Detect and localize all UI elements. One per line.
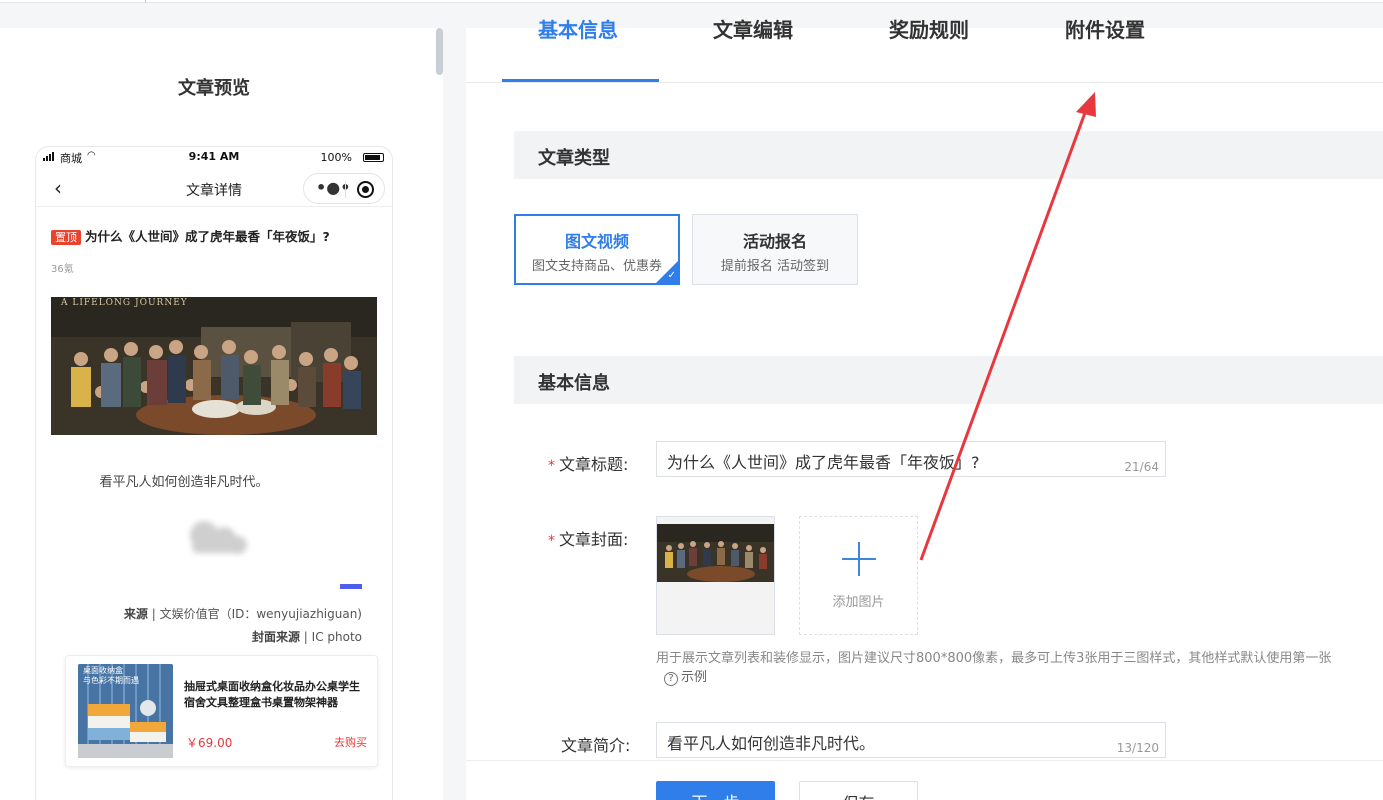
article-image: A LIFELONG JOURNEY — [51, 297, 377, 435]
title-counter: 21/64 — [1124, 460, 1159, 474]
required-mark: * — [548, 458, 555, 474]
cover-image — [657, 524, 774, 582]
save-button[interactable]: 保存 — [799, 781, 918, 800]
status-bar: 商城 ◠ 9:41 AM 100% — [36, 147, 392, 169]
product-price: ￥69.00 — [186, 736, 233, 750]
title-input-value: 为什么《人世间》成了虎年最香「年夜饭」? — [667, 453, 980, 472]
required-mark: * — [548, 533, 555, 549]
type-card-image-video[interactable]: 图文视频 图文支持商品、优惠券 ✓ — [514, 214, 680, 285]
article-image-caption: A LIFELONG JOURNEY — [61, 298, 188, 308]
section-title: 基本信息 — [538, 373, 610, 394]
source-label: 来源 — [123, 607, 148, 621]
section-article-type: 文章类型 — [514, 131, 1383, 179]
product-card[interactable]: 桌面收纳盒 与色彩不期而遇 抽屉式桌面收纳盒化妆品办公桌学生宿舍文具整理盒书桌置… — [65, 655, 378, 767]
top-bar-divider — [145, 0, 146, 3]
article-title-text: 为什么《人世间》成了虎年最香「年夜饭」? — [85, 229, 330, 244]
source-value: | 文娱价值官（ID：wenyujiazhiguan) — [147, 607, 362, 621]
target-circle-icon[interactable] — [357, 181, 374, 198]
phone-mockup: 商城 ◠ 9:41 AM 100% ‹ 文章详情 •●• 置顶 为什么《人世间》成… — [35, 146, 393, 800]
example-link[interactable]: ? 示例 — [664, 666, 707, 686]
cover-source-value: | IC photo — [299, 630, 362, 644]
tab-attachment-settings[interactable]: 附件设置 — [1065, 14, 1145, 43]
cover-source-line: 封面来源 | IC photo — [252, 628, 362, 645]
tab-basic-info[interactable]: 基本信息 — [538, 14, 618, 43]
cover-source-label: 封面来源 — [251, 630, 300, 644]
type-card-title: 图文视频 — [564, 232, 629, 251]
buy-button[interactable]: 去购买 — [334, 734, 367, 750]
summary-input-value: 看平凡人如何创造非凡时代。 — [667, 734, 876, 753]
pin-badge: 置顶 — [51, 230, 81, 245]
product-image-text: 桌面收纳盒 与色彩不期而遇 — [83, 666, 139, 685]
article-title: 置顶 为什么《人世间》成了虎年最香「年夜饭」? — [51, 226, 381, 245]
top-bar — [0, 0, 1383, 3]
mini-program-capsule: •●• — [303, 173, 385, 204]
cover-hint: 用于展示文章列表和装修显示，图片建议尺寸800*800像素，最多可上传3张用于三… — [656, 651, 1332, 666]
product-image: 桌面收纳盒 与色彩不期而遇 — [78, 664, 173, 758]
family-photo — [51, 297, 377, 435]
check-icon: ✓ — [667, 270, 676, 281]
summary-input[interactable]: 看平凡人如何创造非凡时代。 13/120 — [656, 722, 1166, 758]
preview-scrollbar[interactable] — [436, 28, 443, 75]
section-basic-info: 基本信息 — [514, 356, 1383, 404]
cover-field-label: * 文章封面: — [548, 530, 629, 549]
tab-article-edit[interactable]: 文章编辑 — [713, 14, 793, 43]
summary-field-label: 文章简介: — [561, 736, 631, 755]
article-source-line: 来源 | 文娱价值官（ID：wenyujiazhiguan) — [124, 605, 362, 622]
preview-title: 文章预览 — [178, 78, 250, 99]
decorative-dash — [340, 584, 362, 589]
tab-reward-rules[interactable]: 奖励规则 — [889, 14, 969, 43]
phone-navbar: ‹ 文章详情 •●• — [36, 171, 392, 207]
type-card-subtitle: 提前报名 活动签到 — [720, 259, 830, 274]
active-tab-indicator — [502, 79, 659, 82]
add-image-button[interactable]: 添加图片 — [799, 516, 918, 635]
next-step-button[interactable]: 下一步 — [656, 781, 775, 800]
blurred-image — [182, 515, 254, 559]
article-summary: 看平凡人如何创造非凡时代。 — [99, 475, 269, 490]
section-title: 文章类型 — [538, 148, 610, 169]
summary-counter: 13/120 — [1116, 741, 1159, 755]
type-card-subtitle: 图文支持商品、优惠券 — [531, 259, 662, 274]
battery-icon — [363, 153, 384, 162]
plus-icon — [842, 542, 876, 576]
article-source-name: 36氪 — [51, 264, 74, 275]
type-card-title: 活动报名 — [742, 232, 807, 251]
battery-label: 100% — [320, 151, 352, 164]
footer-divider — [466, 760, 1383, 761]
type-card-event-signup[interactable]: 活动报名 提前报名 活动签到 — [692, 214, 858, 285]
cover-thumbnail[interactable] — [656, 516, 775, 635]
title-field-label: * 文章标题: — [548, 455, 629, 474]
capsule-divider — [345, 181, 346, 198]
add-image-label: 添加图片 — [832, 595, 885, 610]
question-icon: ? — [664, 672, 678, 686]
product-name: 抽屉式桌面收纳盒化妆品办公桌学生宿舍文具整理盒书桌置物架神器 — [184, 680, 360, 709]
title-input[interactable]: 为什么《人世间》成了虎年最香「年夜饭」? 21/64 — [656, 441, 1166, 477]
